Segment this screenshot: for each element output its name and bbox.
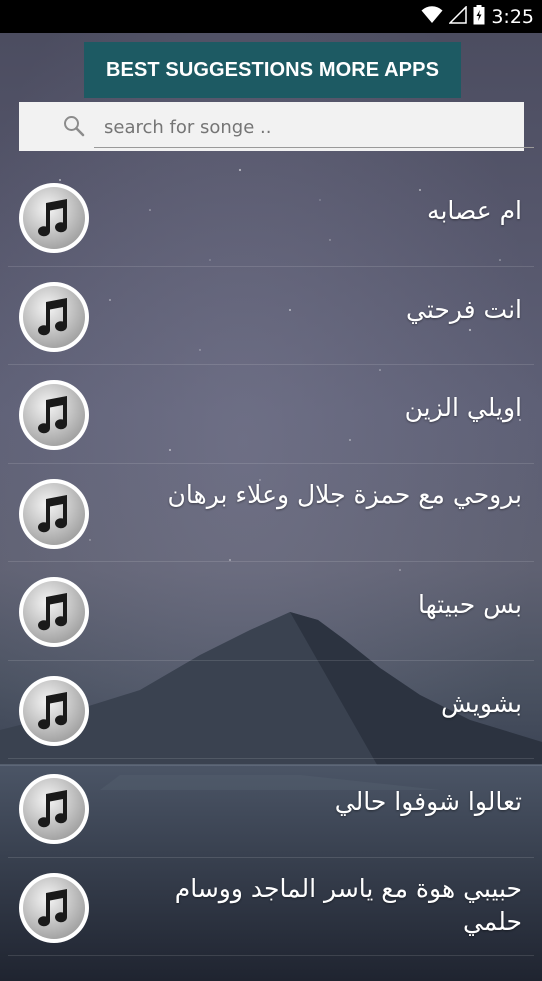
song-title: اويلي الزين [404, 393, 522, 422]
song-list-item[interactable]: اويلي الزين [0, 365, 542, 464]
song-list-item[interactable]: ام عصابه [0, 168, 542, 267]
song-title: بروحي مع حمزة جلال وعلاء برهان [167, 479, 522, 509]
status-time: 3:25 [491, 6, 534, 28]
song-title: انت فرحتي [406, 294, 522, 324]
song-list-item[interactable]: انت فرحتي [0, 267, 542, 365]
wifi-icon [421, 6, 443, 28]
song-list-item[interactable]: بس حبيتها [0, 562, 542, 661]
music-note-icon [17, 575, 91, 649]
music-note-icon [17, 181, 91, 255]
more-apps-banner-button[interactable]: BEST SUGGESTIONS MORE APPS [84, 42, 461, 98]
search-input[interactable] [94, 108, 534, 148]
song-list-item[interactable]: بشويش [0, 661, 542, 759]
status-bar: 3:25 [0, 0, 542, 33]
music-note-icon [17, 378, 91, 452]
song-list-item[interactable]: تعالوا شوفوا حالي [0, 759, 542, 858]
search-bar [19, 102, 534, 151]
music-note-icon [17, 871, 91, 945]
battery-icon [473, 5, 485, 29]
app-screen: 3:25 BEST SUGGESTIONS MORE APPS ام عصابه… [0, 0, 542, 981]
search-icon [63, 115, 85, 141]
music-note-icon [17, 772, 91, 846]
song-list-item[interactable]: بروحي مع حمزة جلال وعلاء برهان [0, 464, 542, 562]
song-title: تعالوا شوفوا حالي [334, 787, 522, 816]
song-title: ام عصابه [427, 196, 522, 225]
signal-icon [448, 5, 468, 28]
song-title: بشويش [440, 688, 522, 718]
row-divider [8, 955, 534, 956]
song-title: بس حبيتها [417, 590, 522, 619]
music-note-icon [17, 280, 91, 354]
song-list: ام عصابه انت فرحتي اويلي الزين بروحي مع … [0, 168, 542, 956]
music-note-icon [17, 477, 91, 551]
music-note-icon [17, 674, 91, 748]
song-list-item[interactable]: حبيبي هوة مع ياسر الماجد ووسام حلمي [0, 858, 542, 956]
song-title: حبيبي هوة مع ياسر الماجد ووسام حلمي [174, 873, 522, 936]
